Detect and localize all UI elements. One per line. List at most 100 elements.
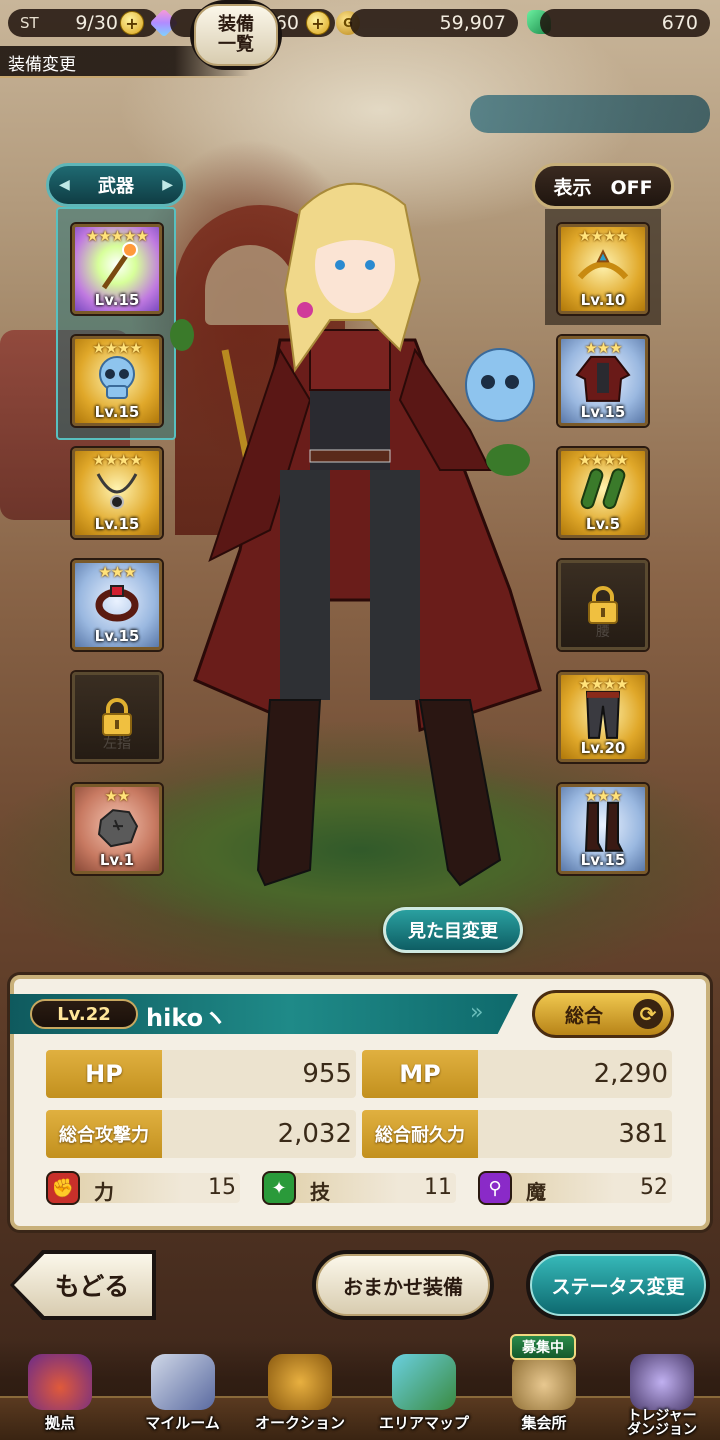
chevron-left-icon: ◀	[59, 177, 70, 193]
add-gems-icon[interactable]: +	[306, 11, 330, 35]
mp-value: 2,290	[593, 1059, 668, 1089]
character-left-leg	[280, 470, 330, 700]
gold-pill: 59,907	[350, 9, 518, 37]
nav-area-map[interactable]: エリアマップ	[362, 1350, 486, 1440]
durability-label: 総合耐久力	[362, 1110, 478, 1158]
character-right-leg	[370, 470, 420, 700]
nav-base-label: 拠点	[44, 1414, 75, 1433]
equip-slot-offhand[interactable]: ★★★★ Lv.15	[72, 336, 162, 426]
necklace-icon	[96, 473, 138, 509]
map-icon	[392, 1354, 456, 1410]
technique-label: 技	[310, 1180, 330, 1204]
technique-row: ✦ 技 11	[262, 1171, 456, 1205]
slot-level: Lv.15	[94, 403, 140, 421]
nav-my-room-label: マイルーム	[145, 1414, 220, 1433]
character-model[interactable]	[170, 170, 560, 900]
status-change-button[interactable]: ステータス変更	[526, 1250, 710, 1320]
equip-slot-left-ring-locked[interactable]: 左指	[72, 672, 162, 762]
dungeon-gate-icon	[630, 1354, 694, 1410]
attack-value: 2,032	[277, 1119, 352, 1149]
player-level-badge: Lv.22	[30, 999, 138, 1029]
sparkle-icon: ✦	[262, 1171, 296, 1205]
equip-slot-weapon[interactable]: ★★★★★ Lv.15	[72, 224, 162, 314]
nav-area-map-label: エリアマップ	[378, 1414, 469, 1433]
slot-ghost-label: 腰	[596, 624, 610, 640]
double-arrow-icon: »	[470, 1000, 484, 1025]
background-shelf	[470, 95, 710, 133]
slot-level: Lv.15	[580, 851, 626, 869]
character-held-skull	[465, 348, 535, 422]
equip-slot-stone[interactable]: ★★ Lv.1	[72, 784, 162, 874]
fist-icon: ✊	[46, 1171, 80, 1205]
equip-slot-hands[interactable]: ★★★★ Lv.5	[558, 448, 648, 538]
lock-icon	[588, 586, 618, 624]
change-appearance-label: 見た目変更	[408, 921, 498, 942]
slot-ghost-label: 左指	[103, 736, 131, 752]
auto-equip-button[interactable]: おまかせ装備	[312, 1250, 494, 1320]
coat-icon	[575, 355, 631, 402]
equip-slot-feet[interactable]: ★★★ Lv.15	[558, 784, 648, 874]
skull-icon	[99, 356, 135, 399]
durability-row: 総合耐久力 381	[362, 1110, 672, 1158]
gloves-icon	[580, 468, 626, 510]
magic-label: 魔	[526, 1180, 546, 1204]
nav-treasure-label: トレジャー ダンジョン	[608, 1408, 716, 1439]
equipment-list-button[interactable]: 装備 一覧	[190, 0, 282, 70]
lock-icon	[102, 698, 132, 736]
title-underline	[0, 76, 250, 78]
strength-label: 力	[94, 1180, 114, 1204]
status-change-label: ステータス変更	[530, 1254, 706, 1316]
slot-level: Lv.5	[585, 515, 621, 533]
add-stamina-icon[interactable]: +	[120, 11, 144, 35]
attack-row: 総合攻撃力 2,032	[46, 1110, 356, 1158]
slot-level: Lv.1	[99, 851, 135, 869]
wand-icon: ⚲	[478, 1171, 512, 1205]
tiara-icon	[577, 249, 629, 280]
nav-treasure-dungeon[interactable]: トレジャー ダンジョン	[608, 1350, 716, 1440]
nav-treasure-label-2: ダンジョン	[627, 1422, 697, 1439]
equip-slot-legs[interactable]: ★★★★ Lv.20	[558, 672, 648, 762]
equip-slot-body[interactable]: ★★★ Lv.15	[558, 336, 648, 426]
staff-icon	[101, 241, 138, 290]
boots-icon	[584, 801, 624, 852]
nav-guild-hall-label: 集会所	[521, 1414, 567, 1433]
mp-row: MP 2,290	[362, 1050, 672, 1098]
emerald-pill: 670	[540, 9, 710, 37]
nav-base[interactable]: 拠点	[10, 1350, 110, 1440]
overall-stats-toggle-button[interactable]: 総合 ⟳	[532, 990, 674, 1038]
bracelet-icon	[95, 585, 139, 622]
change-appearance-button[interactable]: 見た目変更	[383, 907, 523, 953]
stamina-label: ST	[20, 14, 39, 32]
magic-row: ⚲ 魔 52	[478, 1171, 672, 1205]
equip-slot-head[interactable]: ★★★★ Lv.10	[558, 224, 648, 314]
equip-slot-bracelet[interactable]: ★★★ Lv.15	[72, 560, 162, 650]
back-label: もどる	[14, 1254, 152, 1316]
equip-slot-waist-locked[interactable]: 腰	[558, 560, 648, 650]
nav-guild-hall[interactable]: 集会所	[494, 1350, 594, 1440]
slot-level: Lv.20	[580, 739, 626, 757]
gavel-icon	[268, 1354, 332, 1410]
character-capelet	[309, 329, 391, 391]
nav-auction[interactable]: オークション	[240, 1350, 360, 1440]
character-hair-ribbon	[297, 302, 313, 318]
nav-my-room[interactable]: マイルーム	[125, 1350, 240, 1440]
hp-label: HP	[46, 1050, 162, 1098]
equip-slot-necklace[interactable]: ★★★★ Lv.15	[72, 448, 162, 538]
strength-value: 15	[208, 1175, 236, 1200]
mp-label: MP	[362, 1050, 478, 1098]
equipment-list-label-1: 装備	[218, 14, 254, 36]
nav-auction-label: オークション	[254, 1414, 345, 1433]
rarity-stars: ★★	[104, 787, 131, 805]
tab-weapon[interactable]: ◀ 武器 ▶	[46, 163, 186, 207]
sword-icon	[150, 1354, 215, 1410]
stone-icon	[97, 809, 139, 848]
equipment-list-label-2: 一覧	[218, 34, 254, 55]
hp-value: 955	[302, 1059, 352, 1089]
people-icon	[512, 1354, 576, 1410]
status-bar: ST 9/30 + 660 + G 59,907 670	[0, 0, 720, 44]
slot-level: Lv.15	[94, 291, 140, 309]
hp-row: HP 955	[46, 1050, 356, 1098]
auto-equip-label: おまかせ装備	[316, 1254, 490, 1316]
strength-row: ✊ 力 15	[46, 1171, 240, 1205]
slot-level: Lv.15	[94, 515, 140, 533]
